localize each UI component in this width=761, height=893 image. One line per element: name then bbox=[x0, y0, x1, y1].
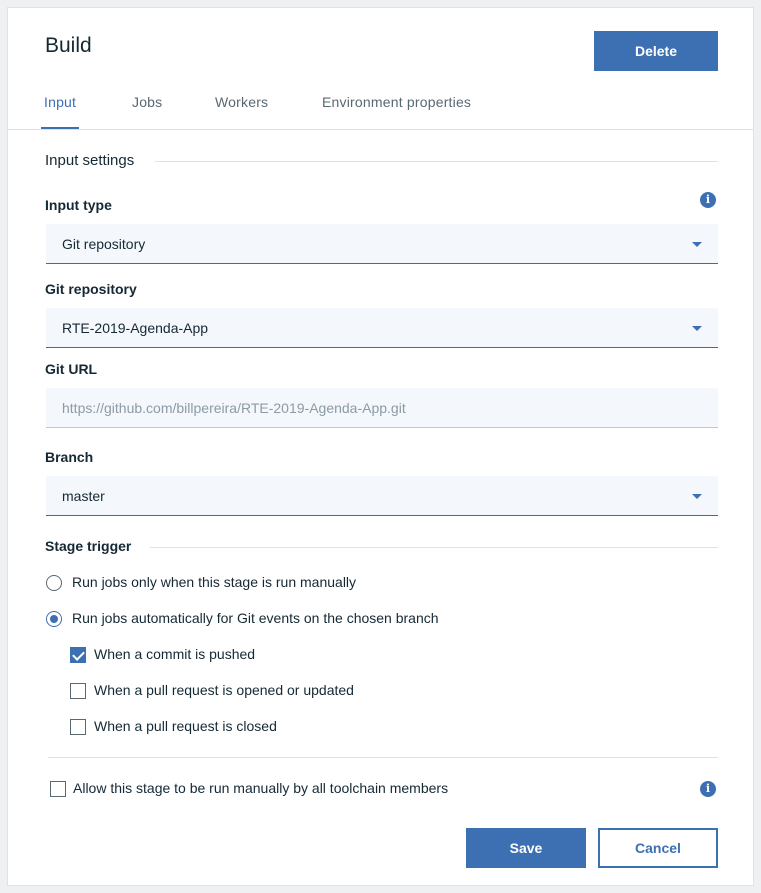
git-repository-select[interactable]: RTE-2019-Agenda-App bbox=[46, 308, 718, 348]
input-type-value: Git repository bbox=[62, 236, 146, 252]
stage-trigger-title: Stage trigger bbox=[45, 538, 132, 554]
tab-bar: Input Jobs Workers Environment propertie… bbox=[8, 88, 753, 129]
delete-button[interactable]: Delete bbox=[594, 31, 718, 71]
git-url-label: Git URL bbox=[45, 361, 98, 377]
branch-value: master bbox=[62, 488, 105, 504]
git-url-field[interactable]: https://github.com/billpereira/RTE-2019-… bbox=[46, 388, 718, 428]
input-settings-title: Input settings bbox=[45, 152, 135, 169]
git-repository-value: RTE-2019-Agenda-App bbox=[62, 320, 209, 336]
section-divider bbox=[150, 547, 718, 548]
input-type-select[interactable]: Git repository bbox=[46, 224, 718, 264]
checkbox-label: When a commit is pushed bbox=[94, 646, 256, 662]
radio-button[interactable] bbox=[46, 575, 62, 591]
branch-select[interactable]: master bbox=[46, 476, 718, 516]
chevron-down-icon bbox=[692, 494, 702, 499]
panel-header: Build Delete Input Jobs Workers Environm… bbox=[8, 8, 753, 130]
checkbox[interactable] bbox=[70, 683, 86, 699]
build-stage-panel: Build Delete Input Jobs Workers Environm… bbox=[7, 7, 754, 886]
radio-button[interactable] bbox=[46, 611, 62, 627]
chevron-down-icon bbox=[692, 242, 702, 247]
info-icon[interactable]: i bbox=[700, 781, 716, 797]
chevron-down-icon bbox=[692, 326, 702, 331]
radio-label: Run jobs only when this stage is run man… bbox=[72, 574, 357, 590]
section-divider bbox=[48, 757, 718, 758]
git-url-value: https://github.com/billpereira/RTE-2019-… bbox=[62, 400, 406, 416]
info-icon[interactable]: i bbox=[700, 192, 716, 208]
git-repository-label: Git repository bbox=[45, 281, 137, 297]
checkbox-label: When a pull request is closed bbox=[94, 718, 277, 734]
cancel-button[interactable]: Cancel bbox=[598, 828, 718, 868]
tab-environment-properties[interactable]: Environment properties bbox=[322, 94, 471, 128]
page-title: Build bbox=[45, 34, 92, 57]
tab-input[interactable]: Input bbox=[40, 94, 80, 129]
checkbox-label: When a pull request is opened or updated bbox=[94, 682, 354, 698]
tab-workers[interactable]: Workers bbox=[215, 94, 268, 128]
section-divider bbox=[155, 161, 718, 162]
checkbox[interactable] bbox=[70, 719, 86, 735]
save-button[interactable]: Save bbox=[466, 828, 586, 868]
input-type-label: Input type bbox=[45, 197, 112, 213]
checkbox-label: Allow this stage to be run manually by a… bbox=[73, 780, 449, 796]
checkbox[interactable] bbox=[50, 781, 66, 797]
radio-label: Run jobs automatically for Git events on… bbox=[72, 610, 439, 626]
tab-jobs[interactable]: Jobs bbox=[132, 94, 162, 128]
branch-label: Branch bbox=[45, 449, 94, 465]
checkbox[interactable] bbox=[70, 647, 86, 663]
